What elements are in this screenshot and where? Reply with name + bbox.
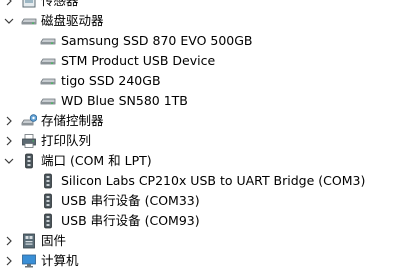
- tree-node-device[interactable]: Silicon Labs CP210x USB to UART Bridge (…: [0, 171, 393, 191]
- tree-node-label: 端口 (COM 和 LPT): [41, 153, 152, 168]
- sensor-icon: [21, 0, 37, 9]
- chevron-right-icon[interactable]: [4, 251, 14, 271]
- chevron-down-icon[interactable]: [4, 11, 14, 31]
- tree-node-device[interactable]: USB 串行设备 (COM93): [0, 211, 393, 231]
- disk-drive-icon: [40, 73, 56, 89]
- tree-node-label: WD Blue SN580 1TB: [61, 93, 188, 108]
- firmware-icon: [21, 233, 37, 249]
- tree-node-label: 计算机: [41, 253, 79, 268]
- tree-node-label: 传感器: [41, 0, 79, 8]
- tree-node-ports[interactable]: 端口 (COM 和 LPT): [0, 151, 393, 171]
- tree-node-storage-controllers[interactable]: 存储控制器: [0, 111, 393, 131]
- tree-node-computer[interactable]: 计算机: [0, 251, 393, 271]
- tree-node-device[interactable]: STM Product USB Device: [0, 51, 393, 71]
- tree-node-label: tigo SSD 240GB: [61, 73, 161, 88]
- tree-node-sensors[interactable]: 传感器: [0, 0, 393, 11]
- port-icon: [21, 153, 37, 169]
- tree-node-label: 打印队列: [41, 133, 92, 148]
- disk-drive-icon: [40, 53, 56, 69]
- chevron-right-icon[interactable]: [4, 0, 14, 11]
- printer-icon: [21, 133, 37, 149]
- chevron-right-icon[interactable]: [4, 111, 14, 131]
- tree-node-label: Silicon Labs CP210x USB to UART Bridge (…: [61, 173, 366, 188]
- device-tree: 传感器 磁盘驱动器 Samsung SSD 870 EVO 500GB STM …: [0, 0, 393, 271]
- port-icon: [40, 213, 56, 229]
- disk-drive-icon: [21, 13, 37, 29]
- tree-node-label: 存储控制器: [41, 113, 104, 128]
- tree-node-label: USB 串行设备 (COM93): [61, 213, 200, 228]
- disk-drive-icon: [40, 93, 56, 109]
- chevron-down-icon[interactable]: [4, 151, 14, 171]
- tree-node-firmware[interactable]: 固件: [0, 231, 393, 251]
- chevron-right-icon[interactable]: [4, 131, 14, 151]
- tree-node-device[interactable]: Samsung SSD 870 EVO 500GB: [0, 31, 393, 51]
- chevron-right-icon[interactable]: [4, 231, 14, 251]
- tree-node-label: 固件: [41, 233, 67, 248]
- port-icon: [40, 193, 56, 209]
- storage-controller-icon: [21, 113, 37, 129]
- tree-node-label: Samsung SSD 870 EVO 500GB: [61, 33, 253, 48]
- tree-node-print-queues[interactable]: 打印队列: [0, 131, 393, 151]
- disk-drive-icon: [40, 33, 56, 49]
- tree-node-device[interactable]: tigo SSD 240GB: [0, 71, 393, 91]
- tree-node-device[interactable]: USB 串行设备 (COM33): [0, 191, 393, 211]
- tree-node-disk-drives[interactable]: 磁盘驱动器: [0, 11, 393, 31]
- computer-icon: [21, 253, 37, 269]
- port-icon: [40, 173, 56, 189]
- tree-node-label: 磁盘驱动器: [41, 13, 104, 28]
- tree-node-label: USB 串行设备 (COM33): [61, 193, 200, 208]
- tree-node-device[interactable]: WD Blue SN580 1TB: [0, 91, 393, 111]
- tree-node-label: STM Product USB Device: [61, 53, 216, 68]
